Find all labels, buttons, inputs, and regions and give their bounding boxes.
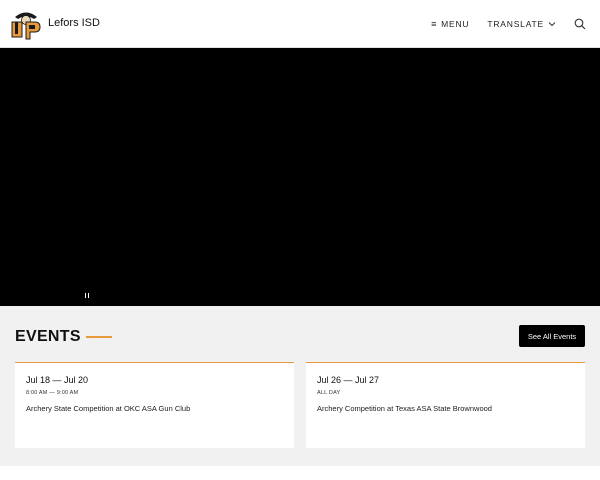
event-date: Jul 26 — Jul 27 xyxy=(317,375,380,385)
heading-accent-line xyxy=(86,336,112,338)
school-logo-icon[interactable] xyxy=(10,7,42,41)
pause-icon[interactable] xyxy=(85,293,90,298)
search-icon[interactable] xyxy=(574,18,586,30)
hero-slideshow xyxy=(0,48,600,306)
event-title[interactable]: Archery Competition at Texas ASA State B… xyxy=(317,404,574,413)
events-heading: EVENTS xyxy=(15,328,81,345)
event-card[interactable]: Jul 18 — Jul 20 8:00 AM — 9:00 AM Archer… xyxy=(15,362,294,448)
menu-label: MENU xyxy=(441,19,470,29)
event-time: ALL DAY xyxy=(317,390,341,396)
site-header: Lefors ISD ≡ MENU TRANSLATE xyxy=(0,0,600,48)
site-name[interactable]: Lefors ISD xyxy=(48,17,100,29)
event-card[interactable]: Jul 26 — Jul 27 ALL DAY Archery Competit… xyxy=(306,362,585,448)
translate-label: TRANSLATE xyxy=(487,19,544,29)
event-date: Jul 18 — Jul 20 xyxy=(26,375,89,385)
top-nav: ≡ MENU TRANSLATE xyxy=(413,0,586,48)
see-all-events-button[interactable]: See All Events xyxy=(519,325,585,347)
menu-button[interactable]: ≡ MENU xyxy=(431,19,469,29)
hamburger-icon: ≡ xyxy=(431,19,438,29)
event-title[interactable]: Archery State Competition at OKC ASA Gun… xyxy=(26,404,283,413)
event-cards: Jul 18 — Jul 20 8:00 AM — 9:00 AM Archer… xyxy=(15,362,585,448)
event-time: 8:00 AM — 9:00 AM xyxy=(26,390,79,396)
chevron-down-icon xyxy=(548,21,556,27)
events-section: EVENTS See All Events Jul 18 — Jul 20 8:… xyxy=(0,306,600,466)
translate-button[interactable]: TRANSLATE xyxy=(487,19,556,29)
